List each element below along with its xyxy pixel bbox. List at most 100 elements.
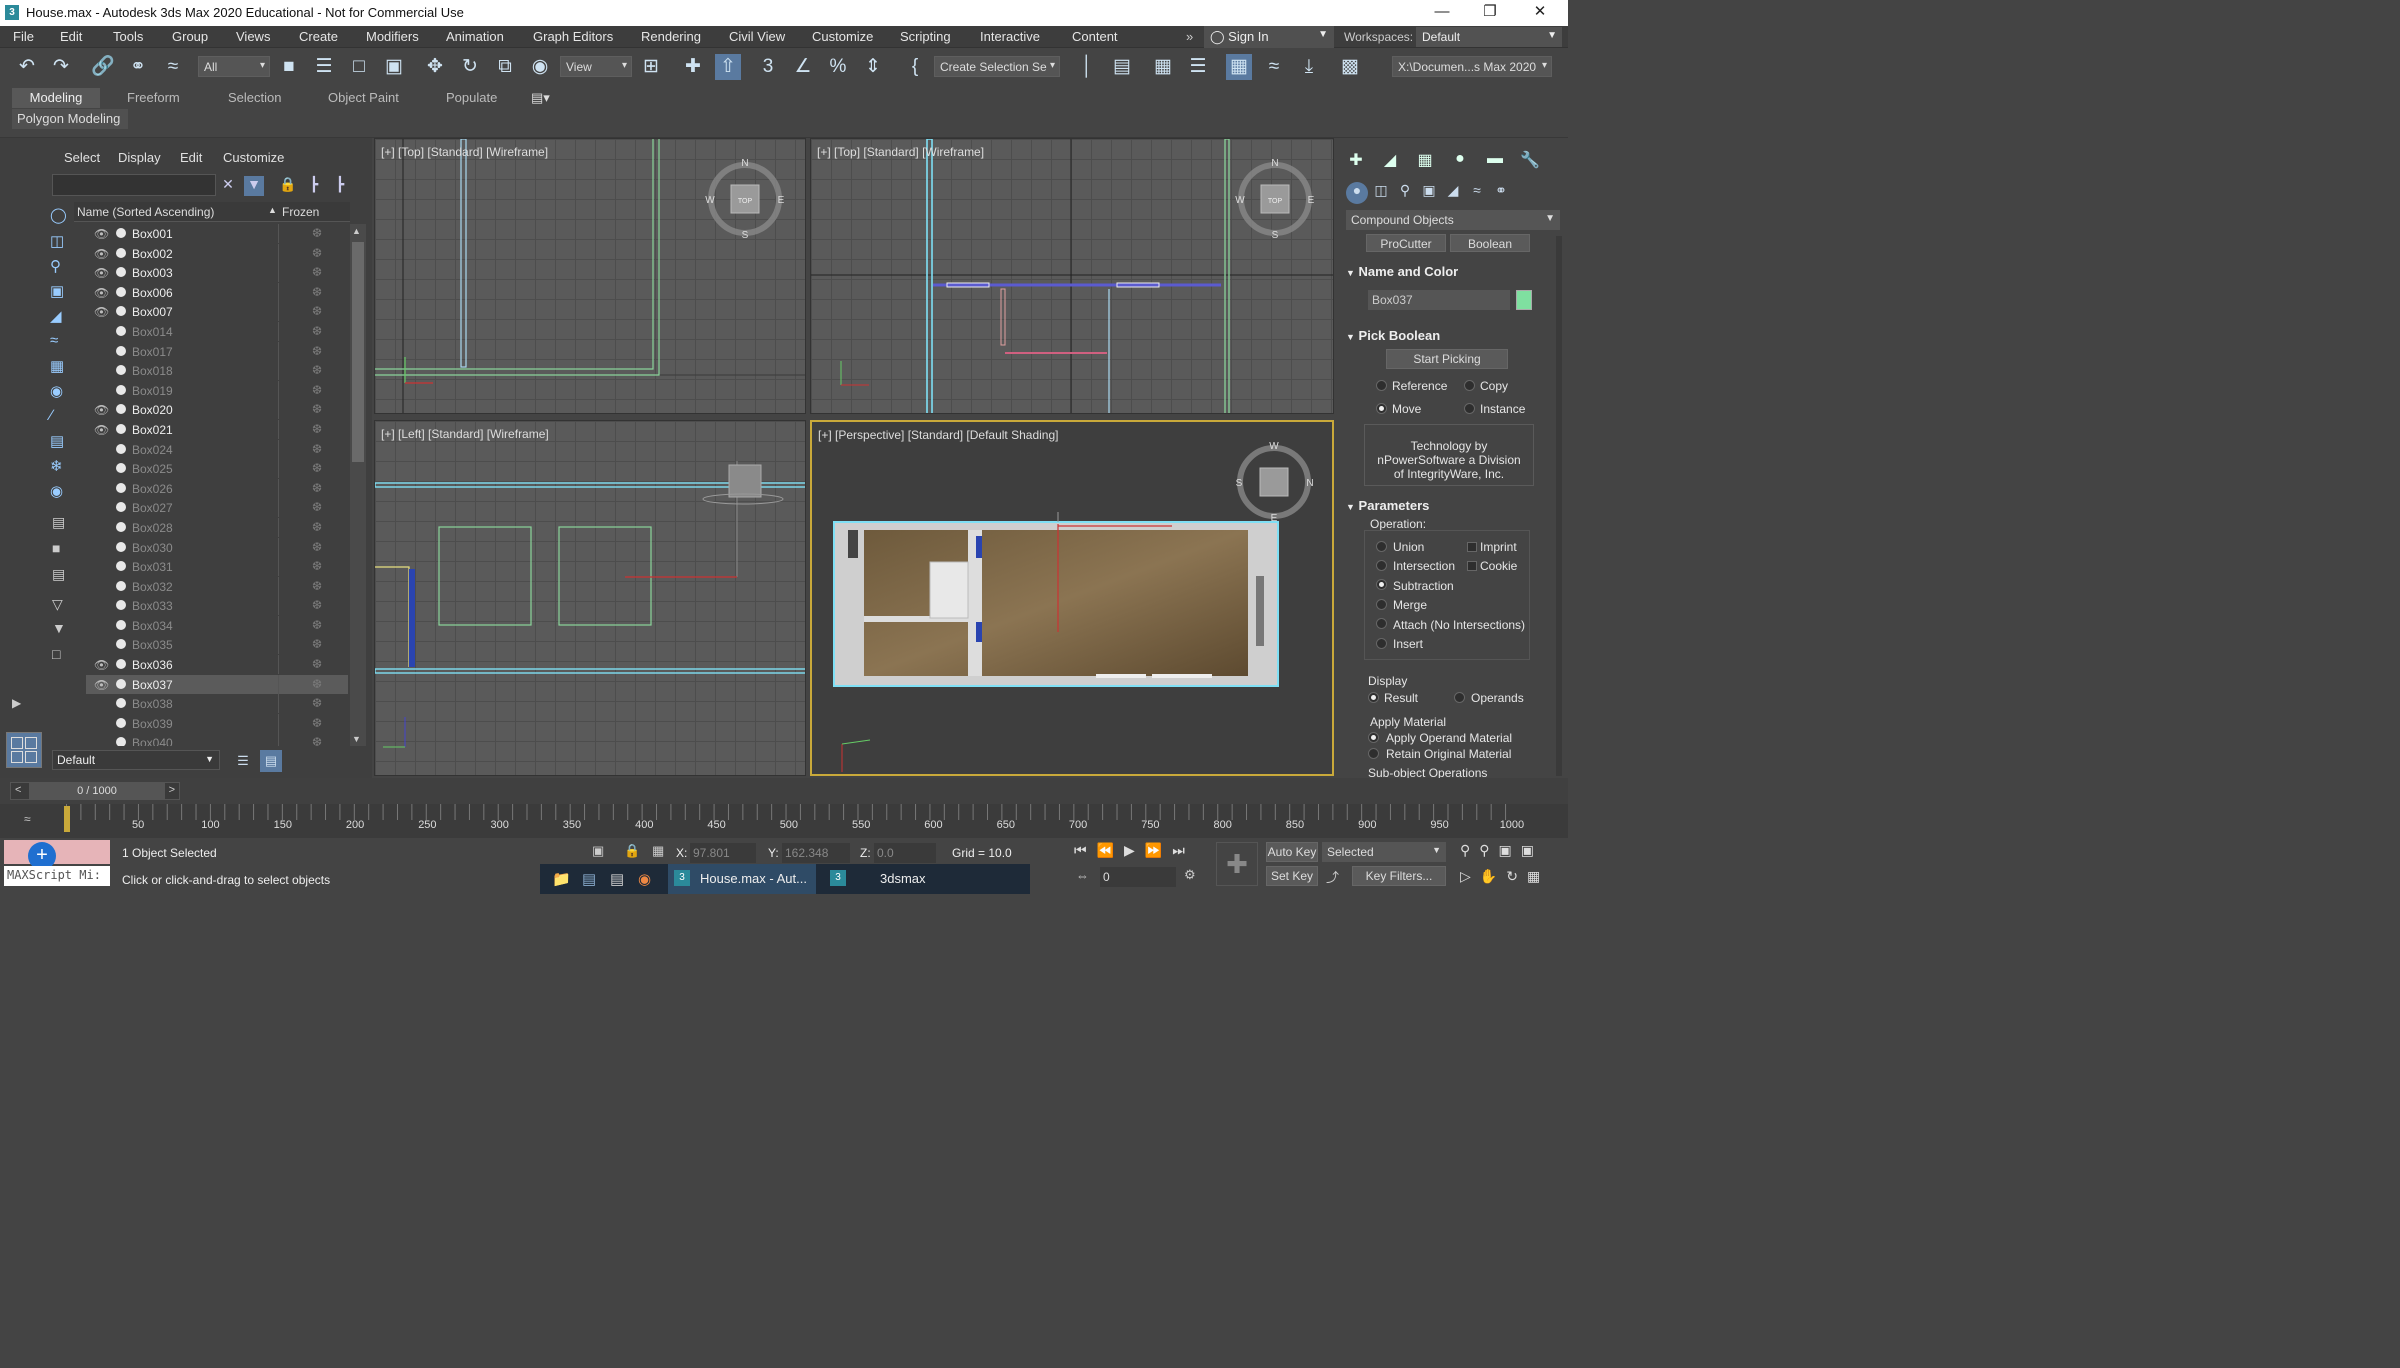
renderable-dot-icon[interactable]: [116, 639, 126, 650]
zoom-icon[interactable]: ⚲: [1460, 842, 1479, 858]
frozen-snowflake-icon[interactable]: ❆: [312, 461, 322, 475]
list-item[interactable]: 👁 Box036 ❆: [86, 655, 348, 675]
helpers-filter-icon[interactable]: ◢: [50, 307, 62, 325]
visibility-eye-icon[interactable]: 👁: [94, 247, 109, 261]
renderable-dot-icon[interactable]: [116, 521, 126, 532]
scale-icon[interactable]: ⧉: [492, 54, 518, 80]
close-button[interactable]: ✕: [1520, 2, 1560, 24]
ribbon-options-icon[interactable]: ▤▾: [531, 90, 550, 106]
polygon-modeling-panel[interactable]: Polygon Modeling: [12, 109, 128, 129]
lock-icon[interactable]: 🔒: [278, 176, 298, 196]
viewcube-compass[interactable]: W E N S: [1234, 442, 1314, 522]
renderable-dot-icon[interactable]: [116, 247, 126, 258]
result-radio[interactable]: [1368, 692, 1379, 703]
keyboard-shortcut-override-icon[interactable]: ⇧: [715, 54, 741, 80]
app-icon[interactable]: ▤: [610, 870, 624, 888]
renderable-dot-icon[interactable]: [116, 619, 126, 630]
cameras-filter-icon[interactable]: ▣: [50, 282, 64, 300]
list-item[interactable]: Box014 ❆: [86, 321, 348, 342]
layer-dropdown[interactable]: Default ▼: [52, 750, 220, 770]
select-by-name-icon[interactable]: ☰: [311, 54, 337, 80]
mirror-icon[interactable]: │: [1074, 54, 1100, 80]
visibility-eye-icon[interactable]: 👁: [94, 658, 109, 672]
list-item[interactable]: Box030 ❆: [86, 537, 348, 558]
menu-interactive[interactable]: Interactive: [980, 29, 1040, 44]
frozen-snowflake-icon[interactable]: ❆: [312, 304, 322, 318]
frozen-snowflake-icon[interactable]: ❆: [312, 579, 322, 593]
particles-filter-icon[interactable]: ❄: [50, 457, 63, 475]
instance-radio[interactable]: [1464, 403, 1475, 414]
menu-rendering[interactable]: Rendering: [641, 29, 701, 44]
key-mode-dropdown[interactable]: Selected ▼: [1322, 842, 1446, 862]
list-item[interactable]: Box025 ❆: [86, 459, 348, 479]
bind-space-warp-icon[interactable]: ≈: [160, 54, 186, 80]
current-frame-input[interactable]: 0: [1100, 867, 1176, 887]
visibility-eye-icon[interactable]: 👁: [94, 403, 109, 417]
ribbon-toggle-icon[interactable]: ▦: [1226, 54, 1252, 80]
visibility-eye-icon[interactable]: 👁: [94, 423, 109, 437]
frozen-snowflake-icon[interactable]: ❆: [312, 285, 322, 299]
frozen-snowflake-icon[interactable]: ❆: [312, 402, 322, 416]
attach-radio[interactable]: [1376, 618, 1387, 629]
menu-edit[interactable]: Edit: [60, 29, 82, 44]
menu-overflow-icon[interactable]: »: [1186, 29, 1193, 44]
intersection-radio[interactable]: [1376, 560, 1387, 571]
frozen-snowflake-icon[interactable]: ❆: [312, 716, 322, 730]
prev-frame-icon[interactable]: <: [15, 784, 21, 796]
frozen-snowflake-icon[interactable]: ❆: [312, 226, 322, 240]
viewport-label[interactable]: [+] [Left] [Standard] [Wireframe]: [381, 427, 549, 441]
create-tab-icon[interactable]: ✚: [1344, 150, 1368, 174]
renderable-dot-icon[interactable]: [116, 600, 126, 611]
renderable-dot-icon[interactable]: [116, 443, 126, 454]
operands-radio[interactable]: [1454, 692, 1465, 703]
list-item[interactable]: 👁 Box037 ❆: [86, 674, 348, 695]
list-item[interactable]: Box028 ❆: [86, 517, 348, 538]
frozen-snowflake-icon[interactable]: ❆: [312, 559, 322, 573]
frozen-snowflake-icon[interactable]: ❆: [312, 324, 322, 338]
insert-radio[interactable]: [1376, 638, 1387, 649]
list-item[interactable]: 👁 Box007 ❆: [86, 302, 348, 322]
menu-content[interactable]: Content: [1072, 29, 1118, 44]
renderable-dot-icon[interactable]: [116, 678, 126, 689]
filter-funnel-icon[interactable]: ▽: [52, 596, 63, 613]
union-radio[interactable]: [1376, 541, 1387, 552]
display-tab-icon[interactable]: ▬: [1483, 150, 1507, 174]
renderable-dot-icon[interactable]: [116, 659, 126, 670]
folder-icon[interactable]: □: [52, 646, 60, 662]
visibility-eye-icon[interactable]: [94, 736, 108, 746]
renderable-dot-icon[interactable]: [116, 267, 126, 278]
layers-icon[interactable]: ☰: [232, 750, 254, 772]
play-icon[interactable]: ▶: [1124, 842, 1145, 858]
undo-icon[interactable]: ↶: [14, 54, 40, 80]
list-item[interactable]: 👁 Box020 ❆: [86, 400, 348, 420]
absolute-mode-icon[interactable]: ▦: [652, 843, 664, 859]
page-icon[interactable]: ▤: [52, 514, 65, 531]
imprint-checkbox[interactable]: [1467, 542, 1477, 552]
parameters-rollout[interactable]: ▼ Parameters: [1346, 498, 1560, 513]
clear-search-icon[interactable]: ✕: [218, 176, 238, 196]
orbit-icon[interactable]: ↻: [1506, 868, 1527, 884]
visibility-eye-icon[interactable]: [94, 619, 108, 633]
frozen-snowflake-icon[interactable]: ❆: [312, 363, 322, 377]
placement-icon[interactable]: ◉: [527, 54, 553, 80]
list-item[interactable]: Box038 ❆: [86, 694, 348, 714]
visibility-eye-icon[interactable]: 👁: [94, 286, 109, 300]
viewcube-compass[interactable]: TOP N S E W: [705, 159, 785, 239]
visibility-eye-icon[interactable]: [94, 462, 108, 476]
explorer-scrollbar[interactable]: ▲ ▼: [350, 224, 366, 746]
spacewarps-filter-icon[interactable]: ≈: [50, 332, 58, 349]
y-coordinate[interactable]: 162.348: [782, 843, 850, 863]
rect-selection-icon[interactable]: □: [346, 54, 372, 80]
scrollbar-thumb[interactable]: [352, 242, 364, 462]
z-coordinate[interactable]: 0.0: [874, 843, 936, 863]
menu-scripting[interactable]: Scripting: [900, 29, 951, 44]
menu-modifiers[interactable]: Modifiers: [366, 29, 419, 44]
window-crossing-icon[interactable]: ▣: [381, 54, 407, 80]
name-and-color-rollout[interactable]: ▼ Name and Color: [1346, 264, 1560, 279]
next-frame-icon[interactable]: >: [169, 784, 175, 796]
utilities-tab-icon[interactable]: 🔧: [1518, 150, 1542, 174]
list-item[interactable]: Box039 ❆: [86, 713, 348, 734]
workspaces-dropdown[interactable]: Default ▼: [1416, 27, 1562, 47]
taskbar-item-3dsmax[interactable]: 3 3dsmax: [824, 864, 934, 894]
lights-icon[interactable]: ⚲: [1394, 182, 1416, 204]
